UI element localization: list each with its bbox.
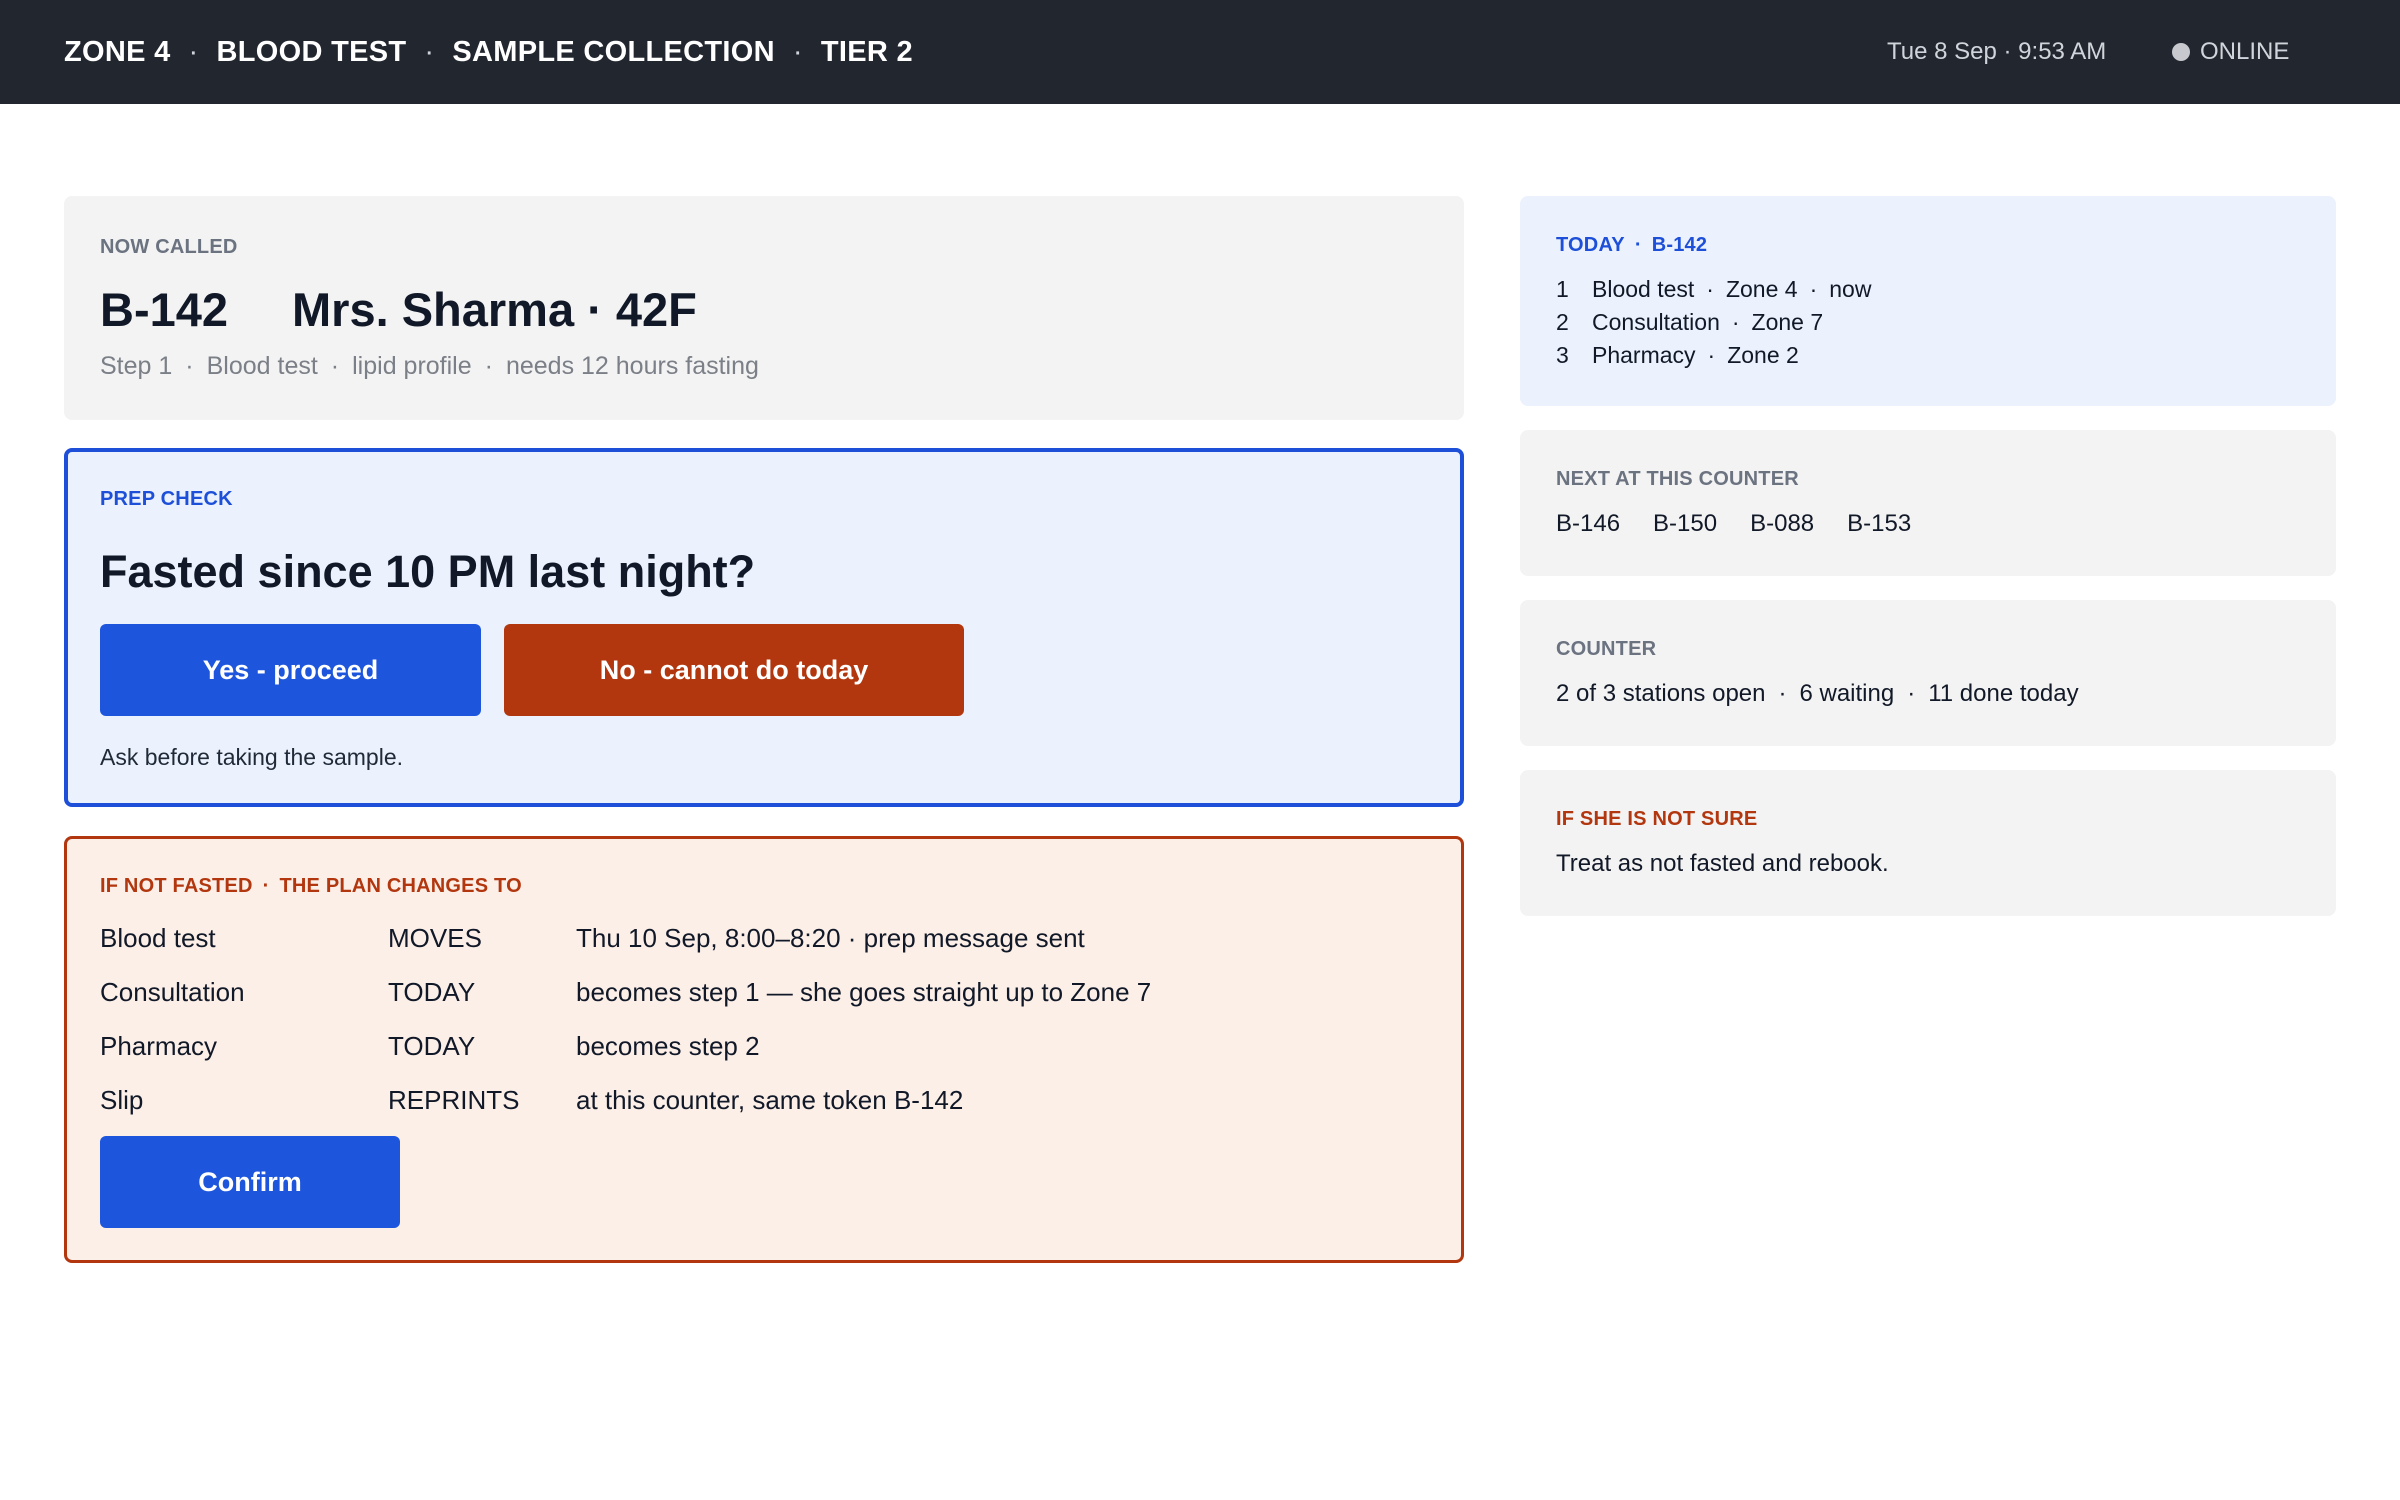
plan-detail: becomes step 2 [576, 1031, 760, 1061]
current-token: B-142 [100, 283, 229, 336]
itinerary-item: 1 Blood test · Zone 4 · now [1556, 276, 1871, 303]
plan-status: TODAY [388, 1031, 476, 1061]
itinerary-service: Pharmacy [1592, 342, 1696, 368]
queue-token: B-088 [1750, 510, 1815, 537]
detail-fasting: needs 12 hours fasting [505, 352, 759, 380]
stats-separator: · [1907, 680, 1916, 707]
next-token-list: B-146 B-150 B-088 B-153 [1556, 510, 1944, 538]
plan-detail: becomes step 1 — she goes straight up to… [576, 977, 1152, 1007]
itinerary-item: 3 Pharmacy · Zone 2 [1556, 342, 1799, 369]
itinerary-when: now [1829, 276, 1872, 302]
today-label-token: B-142 [1651, 234, 1708, 256]
plan-item: Blood test [100, 923, 216, 953]
connection-status: ONLINE [2172, 0, 2289, 104]
breadcrumb-separator: · [792, 35, 803, 68]
breadcrumb-test: BLOOD TEST [216, 35, 407, 68]
today-label-text: TODAY [1556, 234, 1625, 256]
plan-status: REPRINTS [388, 1085, 520, 1115]
waiting-count: 6 waiting [1799, 680, 1895, 707]
prep-hint: Ask before taking the sample. [100, 744, 403, 770]
itinerary-number: 2 [1556, 309, 1569, 335]
detail-step: Step 1 [100, 352, 173, 380]
counter-label: COUNTER [1556, 638, 1657, 660]
detail-profile: lipid profile [352, 352, 472, 380]
queue-token: B-153 [1847, 510, 1912, 537]
today-itinerary-card: TODAY · B-142 1 Blood test · Zone 4 · now 2 Cons… [1520, 196, 2336, 406]
itinerary-separator: · [1707, 342, 1716, 368]
yes-proceed-button[interactable]: Yes - proceed [100, 624, 481, 716]
label-separator: · [262, 875, 270, 897]
patient-name: Mrs. Sharma · 42F [292, 283, 697, 336]
prep-check-label: PREP CHECK [100, 488, 233, 510]
stats-separator: · [1778, 680, 1787, 707]
detail-test: Blood test [206, 352, 318, 380]
plan-detail: at this counter, same token B-142 [576, 1085, 964, 1115]
counter-stats-card: COUNTER 2 of 3 stations open · 6 waiting · 1… [1520, 600, 2336, 746]
unsure-guidance-card: IF SHE IS NOT SURE Treat as not fasted a… [1520, 770, 2336, 916]
itinerary-zone: Zone 4 [1725, 276, 1798, 302]
unsure-label: IF SHE IS NOT SURE [1556, 808, 1758, 830]
confirm-button[interactable]: Confirm [100, 1136, 400, 1228]
breadcrumb-separator: · [424, 35, 435, 68]
itinerary-service: Blood test [1592, 276, 1695, 302]
itinerary-separator: · [1706, 276, 1714, 302]
breadcrumb-zone: ZONE 4 [64, 35, 171, 68]
stations-open: 2 of 3 stations open [1556, 680, 1766, 707]
itinerary-item: 2 Consultation · Zone 7 [1556, 309, 1823, 336]
itinerary-zone: Zone 2 [1727, 342, 1799, 368]
plan-status: TODAY [388, 977, 476, 1007]
status-dot-icon [2172, 43, 2190, 61]
done-today-count: 11 done today [1928, 680, 2079, 707]
next-queue-label: NEXT AT THIS COUNTER [1556, 468, 1799, 490]
next-queue-card: NEXT AT THIS COUNTER B-146 B-150 B-088 B… [1520, 430, 2336, 576]
queue-token: B-150 [1653, 510, 1718, 537]
plan-change-card: IF NOT FASTED · THE PLAN CHANGES TO Blood … [64, 836, 1464, 1263]
queue-token: B-146 [1556, 510, 1621, 537]
datetime: Tue 8 Sep · 9:53 AM [1887, 38, 2107, 65]
breadcrumb-separator: · [188, 35, 199, 68]
detail-separator: · [484, 352, 493, 380]
plan-item: Pharmacy [100, 1031, 218, 1061]
breadcrumb-station: SAMPLE COLLECTION [452, 35, 775, 68]
visit-details: Step 1 · Blood test · lipid profile · needs 12… [100, 352, 759, 381]
itinerary-number: 1 [1556, 276, 1569, 302]
plan-item: Consultation [100, 977, 245, 1007]
prep-check-card: PREP CHECK Fasted since 10 PM last night… [64, 448, 1464, 807]
breadcrumb: ZONE 4 · BLOOD TEST · SAMPLE COLLECTION … [64, 0, 913, 104]
itinerary-separator: · [1731, 309, 1740, 335]
itinerary-separator: · [1809, 276, 1818, 302]
plan-status: MOVES [388, 923, 482, 953]
prep-question: Fasted since 10 PM last night? [100, 546, 756, 597]
unsure-text: Treat as not fasted and rebook. [1556, 850, 1889, 877]
now-called-card: NOW CALLED B-142 Mrs. Sharma · 42F Step … [64, 196, 1464, 420]
plan-label-condition: IF NOT FASTED [100, 875, 253, 897]
status-label: ONLINE [2200, 38, 2290, 65]
plan-label-title: THE PLAN CHANGES TO [279, 875, 522, 897]
label-separator: · [1634, 234, 1642, 256]
itinerary-zone: Zone 7 [1751, 309, 1824, 335]
plan-change-label: IF NOT FASTED · THE PLAN CHANGES TO [100, 875, 522, 898]
today-label: TODAY · B-142 [1556, 234, 1707, 257]
counter-stats: 2 of 3 stations open · 6 waiting · 11 done t… [1556, 680, 2079, 708]
plan-item: Slip [100, 1085, 144, 1115]
plan-detail: Thu 10 Sep, 8:00–8:20 · prep message sen… [576, 923, 1085, 953]
detail-separator: · [330, 352, 340, 380]
now-called-label: NOW CALLED [100, 236, 238, 258]
itinerary-number: 3 [1556, 342, 1569, 368]
detail-separator: · [185, 352, 194, 380]
top-bar: ZONE 4 · BLOOD TEST · SAMPLE COLLECTION … [0, 0, 2400, 104]
no-cannot-do-today-button[interactable]: No - cannot do today [504, 624, 964, 716]
breadcrumb-tier: TIER 2 [820, 35, 913, 68]
itinerary-service: Consultation [1592, 309, 1720, 335]
